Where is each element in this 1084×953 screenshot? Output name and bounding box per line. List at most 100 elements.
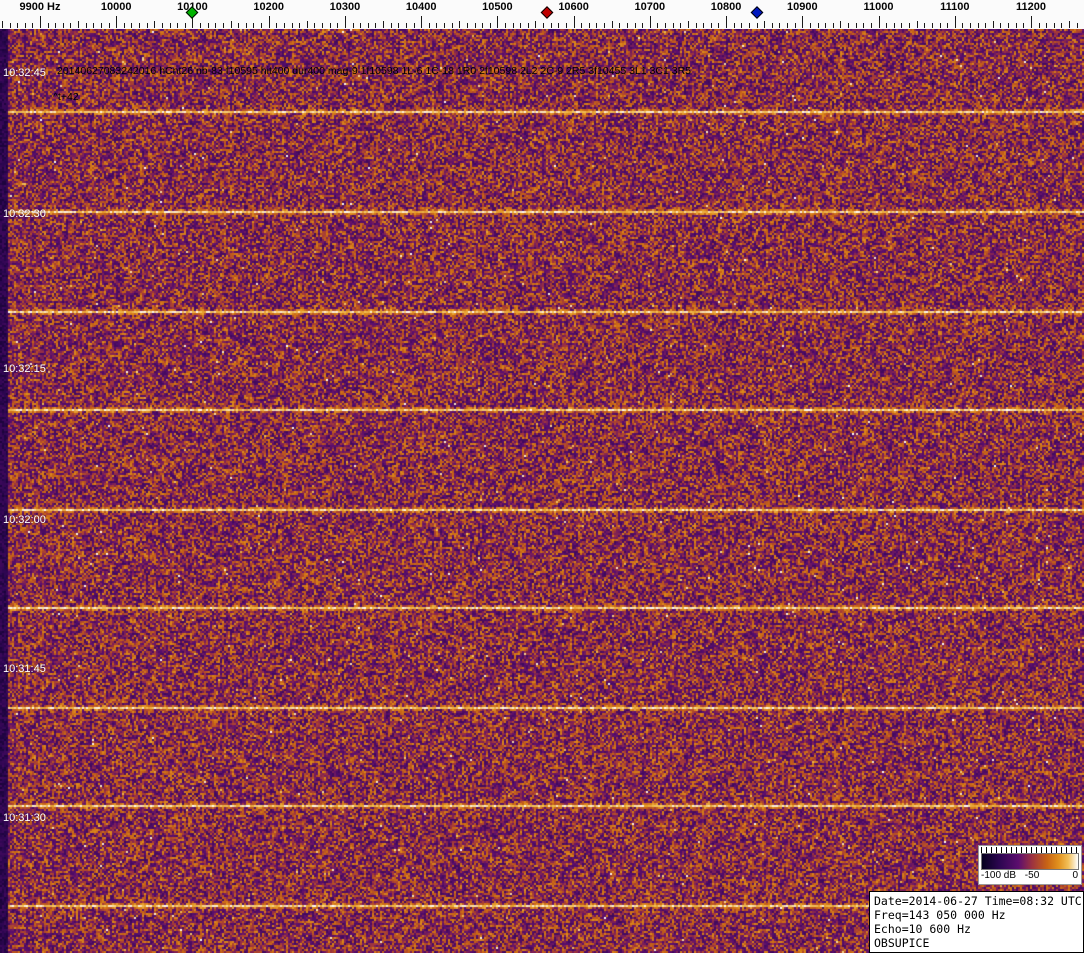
ruler-freq-label: 10700 bbox=[635, 1, 666, 13]
ruler-tick bbox=[1008, 23, 1009, 28]
ruler-tick bbox=[70, 23, 71, 28]
ruler-tick bbox=[322, 23, 323, 28]
ruler-tick bbox=[330, 23, 331, 28]
ruler-tick bbox=[635, 23, 636, 28]
ruler-tick bbox=[940, 23, 941, 28]
cursor-time-offset-label: ^t+42 bbox=[53, 91, 79, 103]
ruler-tick bbox=[734, 23, 735, 28]
ruler-tick bbox=[10, 23, 11, 28]
ruler-tick bbox=[154, 21, 155, 28]
ruler-tick bbox=[703, 23, 704, 28]
ruler-tick bbox=[795, 23, 796, 28]
spectrogram-canvas[interactable] bbox=[0, 29, 1084, 953]
ruler-tick bbox=[215, 23, 216, 28]
ruler-freq-label: 11200 bbox=[1016, 1, 1046, 13]
detection-annotation: 20140627083242016 hCnt26 nb-83 f10595 hi… bbox=[57, 65, 691, 77]
meteor-spectrogram-app: 9900 Hz100001010010200103001040010500106… bbox=[0, 0, 1084, 953]
frequency-ruler[interactable]: 9900 Hz100001010010200103001040010500106… bbox=[0, 0, 1084, 29]
ruler-tick bbox=[612, 21, 613, 28]
ruler-freq-label: 10300 bbox=[330, 1, 361, 13]
ruler-tick bbox=[909, 23, 910, 28]
ruler-tick bbox=[421, 16, 422, 28]
ruler-tick bbox=[535, 21, 536, 28]
freq-marker-blue-icon[interactable] bbox=[751, 6, 764, 19]
ruler-tick bbox=[879, 16, 880, 28]
ruler-tick bbox=[185, 23, 186, 28]
ruler-tick bbox=[467, 23, 468, 28]
ruler-tick bbox=[757, 23, 758, 28]
ruler-tick bbox=[25, 23, 26, 28]
ruler-tick bbox=[787, 23, 788, 28]
ruler-tick bbox=[1000, 23, 1001, 28]
info-observer-code: OBSUPICE bbox=[874, 936, 1079, 950]
info-date-time: Date=2014-06-27 Time=08:32 UTC bbox=[874, 894, 1079, 908]
ruler-tick bbox=[520, 23, 521, 28]
ruler-tick bbox=[886, 23, 887, 28]
ruler-tick bbox=[55, 23, 56, 28]
ruler-tick bbox=[86, 23, 87, 28]
ruler-tick bbox=[894, 23, 895, 28]
ruler-tick bbox=[772, 23, 773, 28]
ruler-tick bbox=[513, 23, 514, 28]
ruler-tick bbox=[2, 21, 3, 28]
ruler-tick bbox=[947, 23, 948, 28]
ruler-tick bbox=[444, 23, 445, 28]
ruler-tick bbox=[1016, 23, 1017, 28]
ruler-tick bbox=[246, 23, 247, 28]
ruler-tick bbox=[1031, 16, 1032, 28]
ruler-tick bbox=[292, 23, 293, 28]
ruler-tick bbox=[452, 23, 453, 28]
time-label: 10:32:00 bbox=[3, 514, 46, 526]
ruler-tick bbox=[170, 23, 171, 28]
ruler-tick bbox=[345, 16, 346, 28]
ruler-tick bbox=[337, 23, 338, 28]
ruler-tick bbox=[139, 23, 140, 28]
spectrogram: 20140627083242016 hCnt26 nb-83 f10595 hi… bbox=[0, 29, 1084, 953]
ruler-tick bbox=[1039, 23, 1040, 28]
ruler-tick bbox=[200, 23, 201, 28]
ruler-tick bbox=[688, 21, 689, 28]
ruler-tick bbox=[581, 23, 582, 28]
ruler-freq-label: 10800 bbox=[711, 1, 742, 13]
ruler-tick bbox=[574, 16, 575, 28]
ruler-tick bbox=[353, 23, 354, 28]
ruler-tick bbox=[261, 23, 262, 28]
ruler-tick bbox=[131, 23, 132, 28]
ruler-tick bbox=[162, 23, 163, 28]
ruler-tick bbox=[208, 23, 209, 28]
ruler-tick bbox=[673, 23, 674, 28]
ruler-tick bbox=[78, 21, 79, 28]
ruler-tick bbox=[978, 23, 979, 28]
info-frequency: Freq=143 050 000 Hz bbox=[874, 908, 1079, 922]
ruler-tick bbox=[109, 23, 110, 28]
scale-max-label: 0 bbox=[1072, 870, 1078, 881]
ruler-freq-label: 11000 bbox=[864, 1, 894, 13]
ruler-tick bbox=[314, 23, 315, 28]
ruler-tick bbox=[482, 23, 483, 28]
ruler-tick bbox=[147, 23, 148, 28]
ruler-tick bbox=[962, 23, 963, 28]
ruler-tick bbox=[1023, 23, 1024, 28]
ruler-tick bbox=[116, 16, 117, 28]
ruler-tick bbox=[917, 21, 918, 28]
ruler-tick bbox=[696, 23, 697, 28]
ruler-tick bbox=[840, 21, 841, 28]
scale-mid-label: -50 bbox=[1025, 870, 1039, 881]
ruler-tick bbox=[63, 23, 64, 28]
ruler-tick bbox=[368, 23, 369, 28]
ruler-tick bbox=[269, 16, 270, 28]
ruler-tick bbox=[238, 23, 239, 28]
ruler-tick bbox=[985, 23, 986, 28]
color-scale-labels: -100 dB -50 0 bbox=[979, 870, 1081, 883]
scale-min-label: -100 dB bbox=[981, 870, 1016, 881]
ruler-tick bbox=[223, 23, 224, 28]
ruler-tick bbox=[497, 16, 498, 28]
ruler-tick bbox=[558, 23, 559, 28]
ruler-tick bbox=[680, 23, 681, 28]
ruler-tick bbox=[528, 23, 529, 28]
ruler-freq-label: 10200 bbox=[253, 1, 284, 13]
ruler-tick bbox=[391, 23, 392, 28]
ruler-tick bbox=[741, 23, 742, 28]
freq-marker-red-icon[interactable] bbox=[541, 6, 554, 19]
ruler-tick bbox=[825, 23, 826, 28]
